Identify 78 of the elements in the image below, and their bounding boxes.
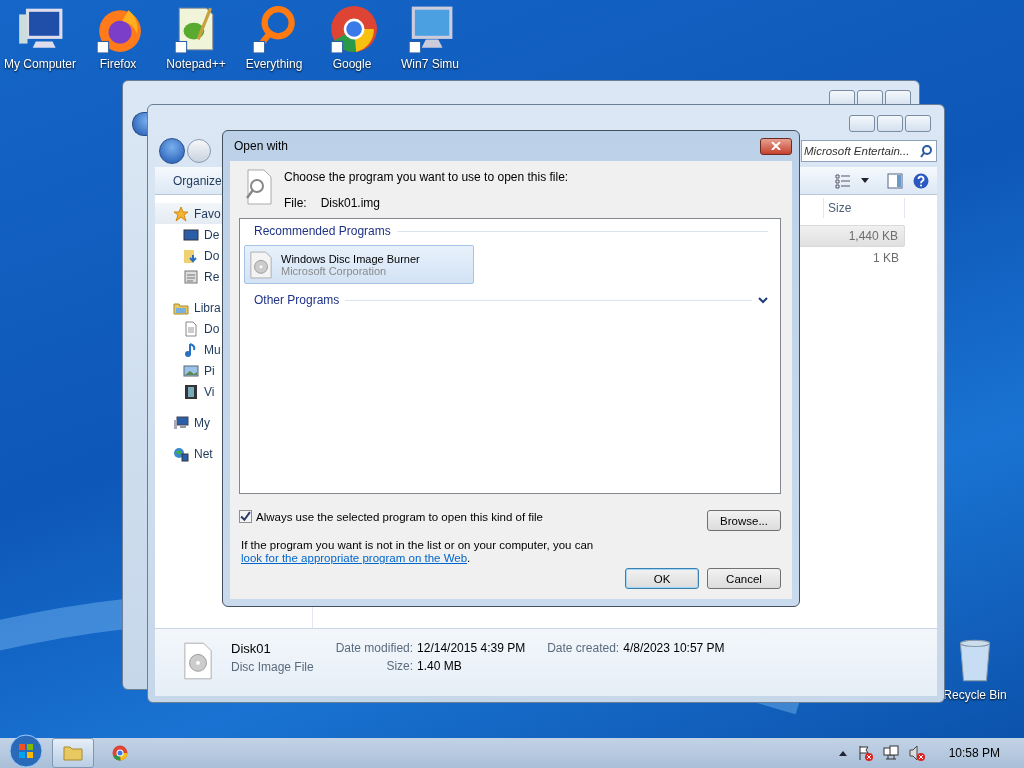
desktop-icon-label: Google	[332, 57, 372, 71]
browse-button[interactable]: Browse...	[707, 510, 781, 531]
field-label: Date modified:	[335, 641, 414, 655]
field-label: Date created:	[547, 641, 620, 655]
field-label: File:	[284, 196, 307, 210]
nav-item[interactable]: Mu	[204, 342, 221, 357]
desktop-icon	[183, 226, 199, 243]
speaker-muted-icon[interactable]	[908, 745, 925, 761]
program-publisher: Microsoft Corporation	[281, 264, 388, 277]
back-button[interactable]	[159, 138, 185, 164]
flag-error-icon[interactable]	[856, 745, 873, 761]
program-name: Windows Disc Image Burner	[281, 252, 420, 265]
clock[interactable]: 10:58 PM	[948, 746, 1000, 760]
desktop-icon-label: My Computer	[4, 57, 76, 71]
minimize-button[interactable]	[849, 115, 875, 132]
search-field[interactable]: Microsoft Entertain...	[801, 140, 937, 162]
view-list-icon[interactable]	[835, 172, 851, 189]
start-button[interactable]	[8, 733, 44, 768]
nav-item[interactable]: Do	[204, 321, 220, 336]
nav-item[interactable]: Re	[204, 269, 220, 284]
nav-item[interactable]: Vi	[204, 384, 215, 399]
date-modified-value: 12/14/2015 4:39 PM	[417, 641, 526, 655]
info-text: If the program you want is not in the list or on your computer, you can look for the appropriate program on the Web.	[241, 539, 595, 565]
taskbar-button[interactable]	[52, 738, 94, 768]
recent-places-icon	[183, 268, 199, 285]
column-header[interactable]: Size	[823, 198, 905, 218]
help-icon[interactable]	[913, 172, 929, 189]
file-type: Disc Image File	[231, 660, 314, 674]
disc-file-icon	[183, 641, 213, 681]
film-icon	[183, 383, 199, 400]
field-label: Size:	[385, 659, 414, 673]
program-item[interactable]: Windows Disc Image Burner Microsoft Corporation	[244, 245, 474, 284]
search-icon	[919, 144, 933, 158]
desktop-icon-label: Firefox	[99, 57, 137, 71]
dialog-title: Open with	[233, 139, 289, 153]
document-icon	[183, 320, 199, 337]
file-name: Disk01	[231, 641, 272, 656]
desktop-icon-label: Notepad++	[166, 57, 226, 71]
group-header[interactable]: Other Programs	[254, 293, 340, 307]
nav-item[interactable]: Net	[194, 446, 213, 461]
back-button[interactable]	[132, 112, 147, 136]
file-magnifier-icon	[244, 169, 272, 205]
desktop-icon-label: Win7 Simu	[401, 57, 459, 71]
maximize-button[interactable]	[877, 115, 903, 132]
network-icon[interactable]	[882, 745, 899, 761]
ok-button[interactable]: OK	[625, 568, 699, 589]
nav-item[interactable]: Favo	[194, 206, 221, 221]
picture-icon	[183, 362, 199, 379]
dialog-prompt: Choose the program you want to use to open this file:	[284, 170, 569, 184]
date-created-value: 4/8/2023 10:57 PM	[623, 641, 725, 655]
nav-item[interactable]: My	[194, 415, 210, 430]
browser-icon	[112, 745, 128, 761]
checkbox[interactable]	[239, 510, 252, 523]
nav-item[interactable]: Pi	[204, 363, 215, 378]
checkbox-label[interactable]: Always use the selected program to open this kind of file	[256, 510, 544, 523]
nav-item[interactable]: Do	[204, 248, 220, 263]
network-icon	[173, 445, 189, 462]
cancel-button[interactable]: Cancel	[707, 568, 781, 589]
nav-item[interactable]: De	[204, 227, 220, 242]
close-icon	[771, 142, 781, 150]
size-cell-text: 1 KB	[873, 251, 900, 265]
group-header[interactable]: Recommended Programs	[254, 224, 391, 238]
folder-icon	[63, 745, 83, 761]
caret-up-icon[interactable]	[838, 750, 847, 756]
file-name: Disk01.img	[320, 196, 381, 210]
desktop-icon-label: Everything	[245, 57, 303, 71]
caret-icon[interactable]	[861, 178, 869, 183]
size-cell-text: 1,440 KB	[848, 229, 899, 243]
disc-file-icon	[249, 250, 273, 279]
nav-item[interactable]: Libra	[194, 300, 221, 315]
computer-icon	[173, 414, 189, 431]
close-button[interactable]	[760, 137, 792, 155]
preview-pane-icon[interactable]	[887, 172, 903, 189]
folder-download-icon	[183, 247, 199, 264]
organize-menu[interactable]: Organize	[173, 173, 222, 188]
chevron-down-icon[interactable]	[758, 296, 768, 304]
size-value: 1.40 MB	[417, 659, 463, 673]
star-icon	[173, 205, 189, 222]
